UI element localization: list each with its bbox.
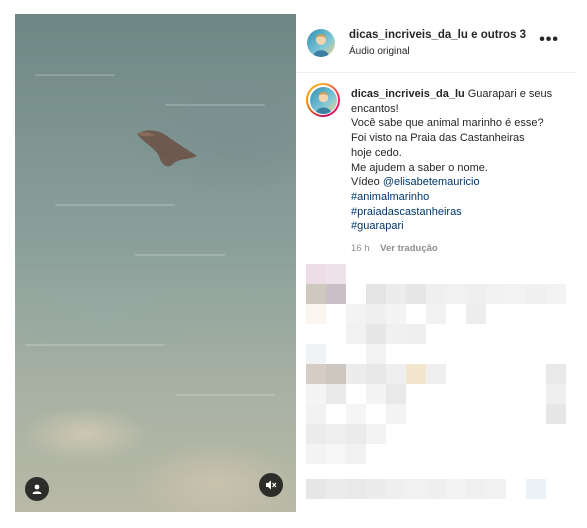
caption-text: Você sabe que animal marinho é esse? xyxy=(351,117,544,130)
water-ripple xyxy=(25,344,165,346)
more-options-icon[interactable]: ••• xyxy=(539,31,559,49)
post-meta: 16 h Ver tradução xyxy=(351,243,438,254)
audio-label[interactable]: Áudio original xyxy=(349,46,410,57)
post-timestamp[interactable]: 16 h xyxy=(351,243,370,254)
caption-avatar[interactable] xyxy=(306,83,340,117)
post-header: dicas_incriveis_da_lu e outros 3 Áudio o… xyxy=(296,14,577,73)
avatar xyxy=(309,86,337,114)
sea-creature xyxy=(137,130,197,167)
post-author[interactable]: dicas_incriveis_da_lu e outros 3 xyxy=(349,29,526,41)
caption-text: Guarapari e seus xyxy=(467,88,553,100)
caption-username[interactable]: dicas_incriveis_da_lu xyxy=(351,88,465,100)
post-side-panel: dicas_incriveis_da_lu e outros 3 Áudio o… xyxy=(296,14,577,512)
caption-text: hoje cedo. xyxy=(351,146,402,159)
hashtag-link[interactable]: #animalmarinho xyxy=(351,190,571,205)
caption-text: Foi visto na Praia das Castanheiras xyxy=(351,132,525,145)
water-ripple xyxy=(165,104,265,106)
tagged-users-button[interactable] xyxy=(25,477,49,501)
water-ripple xyxy=(35,74,115,76)
video-credit: Vídeo @elisabetemauricio xyxy=(351,175,571,190)
post-caption: dicas_incriveis_da_lu Guarapari e seus en… xyxy=(351,87,571,234)
profile-picture xyxy=(313,34,329,57)
user-icon xyxy=(32,484,42,494)
credit-mention-link[interactable]: @elisabetemauricio xyxy=(383,176,480,188)
caption-text: encantos! xyxy=(351,102,399,115)
post-video[interactable] xyxy=(15,14,296,512)
mute-toggle-button[interactable] xyxy=(259,473,283,497)
water-ripple xyxy=(175,394,275,396)
see-translation-button[interactable]: Ver tradução xyxy=(380,243,438,254)
avatar[interactable] xyxy=(307,29,335,57)
author-username[interactable]: dicas_incriveis_da_lu xyxy=(349,29,468,41)
credit-prefix: Vídeo xyxy=(351,176,383,189)
muted-speaker-icon xyxy=(266,480,277,490)
post-modal: dicas_incriveis_da_lu e outros 3 Áudio o… xyxy=(0,0,587,528)
obscured-comments xyxy=(296,264,577,512)
caption-text: Me ajudem a saber o nome. xyxy=(351,161,488,174)
hashtag-link[interactable]: #guarapari xyxy=(351,219,571,234)
collaborators-link[interactable]: e outros 3 xyxy=(471,29,526,41)
water-ripple xyxy=(55,204,175,206)
hashtag-link[interactable]: #praiadascastanheiras xyxy=(351,205,571,220)
caption-first-line: dicas_incriveis_da_lu Guarapari e seus xyxy=(351,87,571,102)
water-ripple xyxy=(135,254,225,256)
profile-picture xyxy=(315,91,331,114)
